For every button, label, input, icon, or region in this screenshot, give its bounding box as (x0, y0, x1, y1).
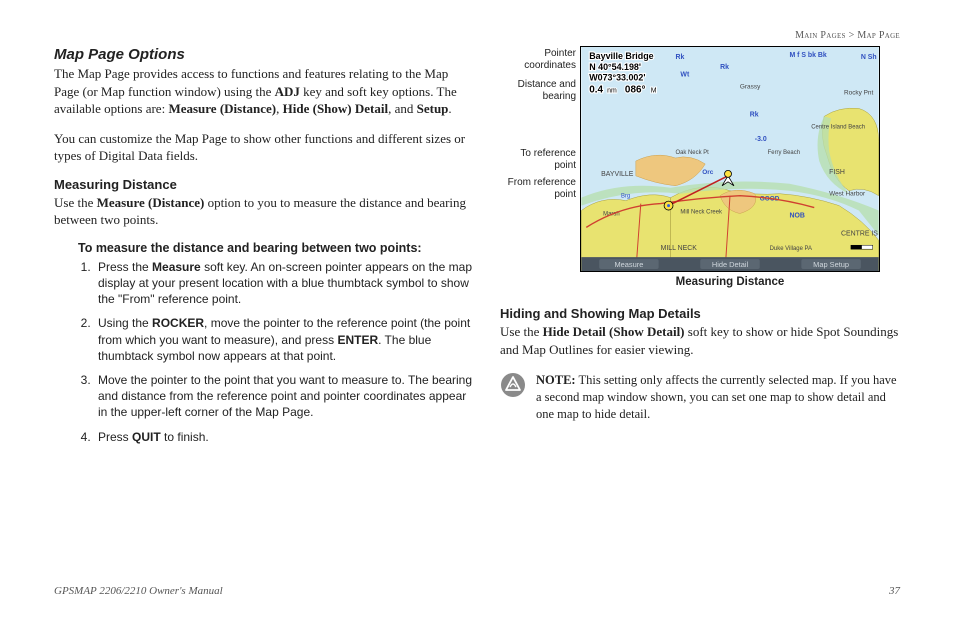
map-label: FISH (829, 169, 845, 176)
map-label: CENTRE IS (841, 230, 878, 237)
softkey-map-setup[interactable]: Map Setup (813, 260, 849, 269)
procedure-heading: To measure the distance and bearing betw… (78, 241, 474, 255)
map-label: Orc (702, 169, 714, 176)
map-label: Ferry Beach (768, 150, 800, 156)
opt-hide: Hide (Show) Detail (283, 101, 388, 116)
intro-paragraph-2: You can customize the Map Page to show o… (54, 130, 474, 165)
breadcrumb-sep: > (846, 30, 858, 41)
map-label: Rocky Pnt (844, 90, 874, 97)
map-label: MILL NECK (661, 245, 698, 252)
intro-paragraph-1: The Map Page provides access to function… (54, 65, 474, 118)
measuring-distance-heading: Measuring Distance (54, 177, 474, 192)
text: Use the (54, 195, 97, 210)
callout-to-ref: To reference point (500, 148, 576, 171)
step-3: Move the pointer to the point that you w… (94, 372, 474, 421)
from-thumbtack-icon (664, 201, 673, 210)
overlay-title: Bayville Bridge (589, 51, 653, 61)
text: Using the (98, 316, 152, 330)
overlay-lat: N 40°54.198' (589, 62, 641, 72)
note-label: NOTE: (536, 373, 576, 387)
figure-caption: Measuring Distance (580, 276, 880, 288)
text: Use the (500, 324, 543, 339)
overlay-unit: nm (607, 88, 617, 95)
map-label: Oak Neck Pt (675, 150, 709, 156)
page-footer: GPSMAP 2206/2210 Owner's Manual 37 (54, 585, 900, 597)
hiding-heading: Hiding and Showing Map Details (500, 306, 900, 321)
note-text: NOTE: This setting only affects the curr… (536, 372, 900, 423)
softkey-measure[interactable]: Measure (614, 260, 643, 269)
map-label: NOB (789, 212, 804, 219)
overlay-m: M (651, 88, 657, 95)
step-1: Press the Measure soft key. An on-screen… (94, 259, 474, 308)
text: . (448, 101, 451, 116)
text: to finish. (161, 430, 209, 444)
note-block: NOTE: This setting only affects the curr… (500, 372, 900, 423)
map-label: Rk (675, 54, 684, 61)
quit-key: QUIT (132, 430, 161, 444)
text: Press the (98, 260, 152, 274)
measure-softkey: Measure (152, 260, 201, 274)
map-label: Wt (680, 72, 690, 79)
page-title: Map Page Options (54, 46, 474, 63)
map-label: Rk (720, 64, 729, 71)
manual-page: Main Pages > Map Page Map Page Options T… (0, 0, 954, 621)
rocker-key: ROCKER (152, 316, 204, 330)
measure-distance-label: Measure (Distance) (97, 195, 205, 210)
breadcrumb-section: Main Pages (795, 30, 846, 41)
map-label: BAYVILLE (601, 171, 634, 178)
hiding-body: Use the Hide Detail (Show Detail) soft k… (500, 323, 900, 358)
map-label: Rk (750, 111, 759, 118)
overlay-brg: 086° (625, 85, 646, 96)
map-label: Brg (621, 194, 630, 200)
callout-from-ref: From reference point (500, 177, 576, 200)
map-label: N Sh (861, 54, 877, 61)
map-label: Duke Village PA (770, 246, 812, 252)
map-label: M f S bk Bk (789, 52, 826, 59)
map-label: Centre Island Beach (811, 124, 865, 130)
breadcrumb: Main Pages > Map Page (795, 30, 900, 41)
step-4: Press QUIT to finish. (94, 429, 474, 445)
overlay-lon: W073°33.002' (589, 73, 645, 83)
procedure-steps: Press the Measure soft key. An on-screen… (94, 259, 474, 445)
text: Press (98, 430, 132, 444)
figure: Pointer coordinates Distance and bearing… (500, 46, 900, 272)
callout-pointer-coords: Pointer coordinates (500, 48, 576, 71)
content-columns: Map Page Options The Map Page provides a… (54, 46, 900, 453)
map-screenshot: Bayville Bridge N 40°54.198' W073°33.002… (580, 46, 880, 272)
softkey-hide-detail[interactable]: Hide Detail (712, 260, 749, 269)
note-body: This setting only affects the currently … (536, 373, 897, 421)
callout-distance-bearing: Distance and bearing (500, 79, 576, 102)
opt-measure: Measure (Distance) (168, 101, 276, 116)
map-label: West Harbor (829, 191, 866, 198)
figure-callout-labels: Pointer coordinates Distance and bearing… (500, 46, 580, 206)
map-label: Grassy (740, 84, 761, 91)
right-column: Pointer coordinates Distance and bearing… (500, 46, 900, 453)
step-2: Using the ROCKER, move the pointer to th… (94, 315, 474, 364)
text: , and (388, 101, 417, 116)
footer-manual-title: GPSMAP 2206/2210 Owner's Manual (54, 585, 223, 597)
map-label: -3.0 (755, 136, 767, 143)
measuring-distance-body: Use the Measure (Distance) option to you… (54, 194, 474, 229)
left-column: Map Page Options The Map Page provides a… (54, 46, 474, 453)
note-icon (500, 372, 526, 398)
hide-detail-label: Hide Detail (Show Detail) (543, 324, 685, 339)
map-label: Mill Neck Creek (680, 210, 722, 216)
adj-key: ADJ (275, 84, 300, 99)
footer-page-number: 37 (889, 585, 900, 597)
breadcrumb-page: Map Page (857, 30, 900, 41)
opt-setup: Setup (417, 101, 449, 116)
overlay-dist: 0.4 (589, 85, 603, 96)
enter-key: ENTER (337, 333, 378, 347)
